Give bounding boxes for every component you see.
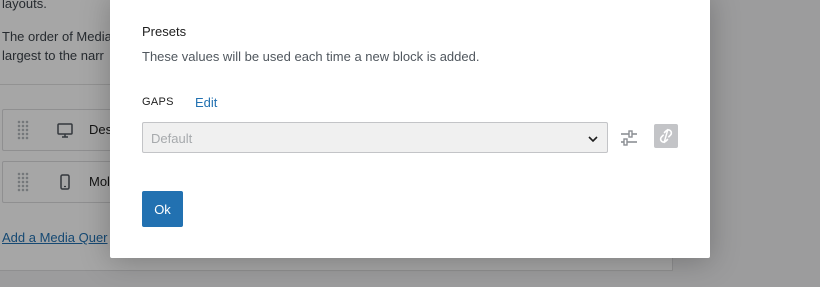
chevron-down-icon [587, 132, 599, 150]
edit-gaps-link[interactable]: Edit [195, 95, 217, 110]
gaps-preset-select[interactable]: Default [142, 122, 608, 153]
select-value: Default [151, 131, 193, 146]
sliders-icon[interactable] [618, 124, 640, 152]
presets-modal: Presets These values will be used each t… [110, 0, 710, 258]
ok-button[interactable]: Ok [142, 191, 183, 227]
unlink-icon[interactable] [654, 124, 678, 148]
gaps-label: GAPS [142, 96, 174, 108]
modal-title: Presets [142, 24, 187, 39]
modal-description: These values will be used each time a ne… [142, 49, 480, 64]
